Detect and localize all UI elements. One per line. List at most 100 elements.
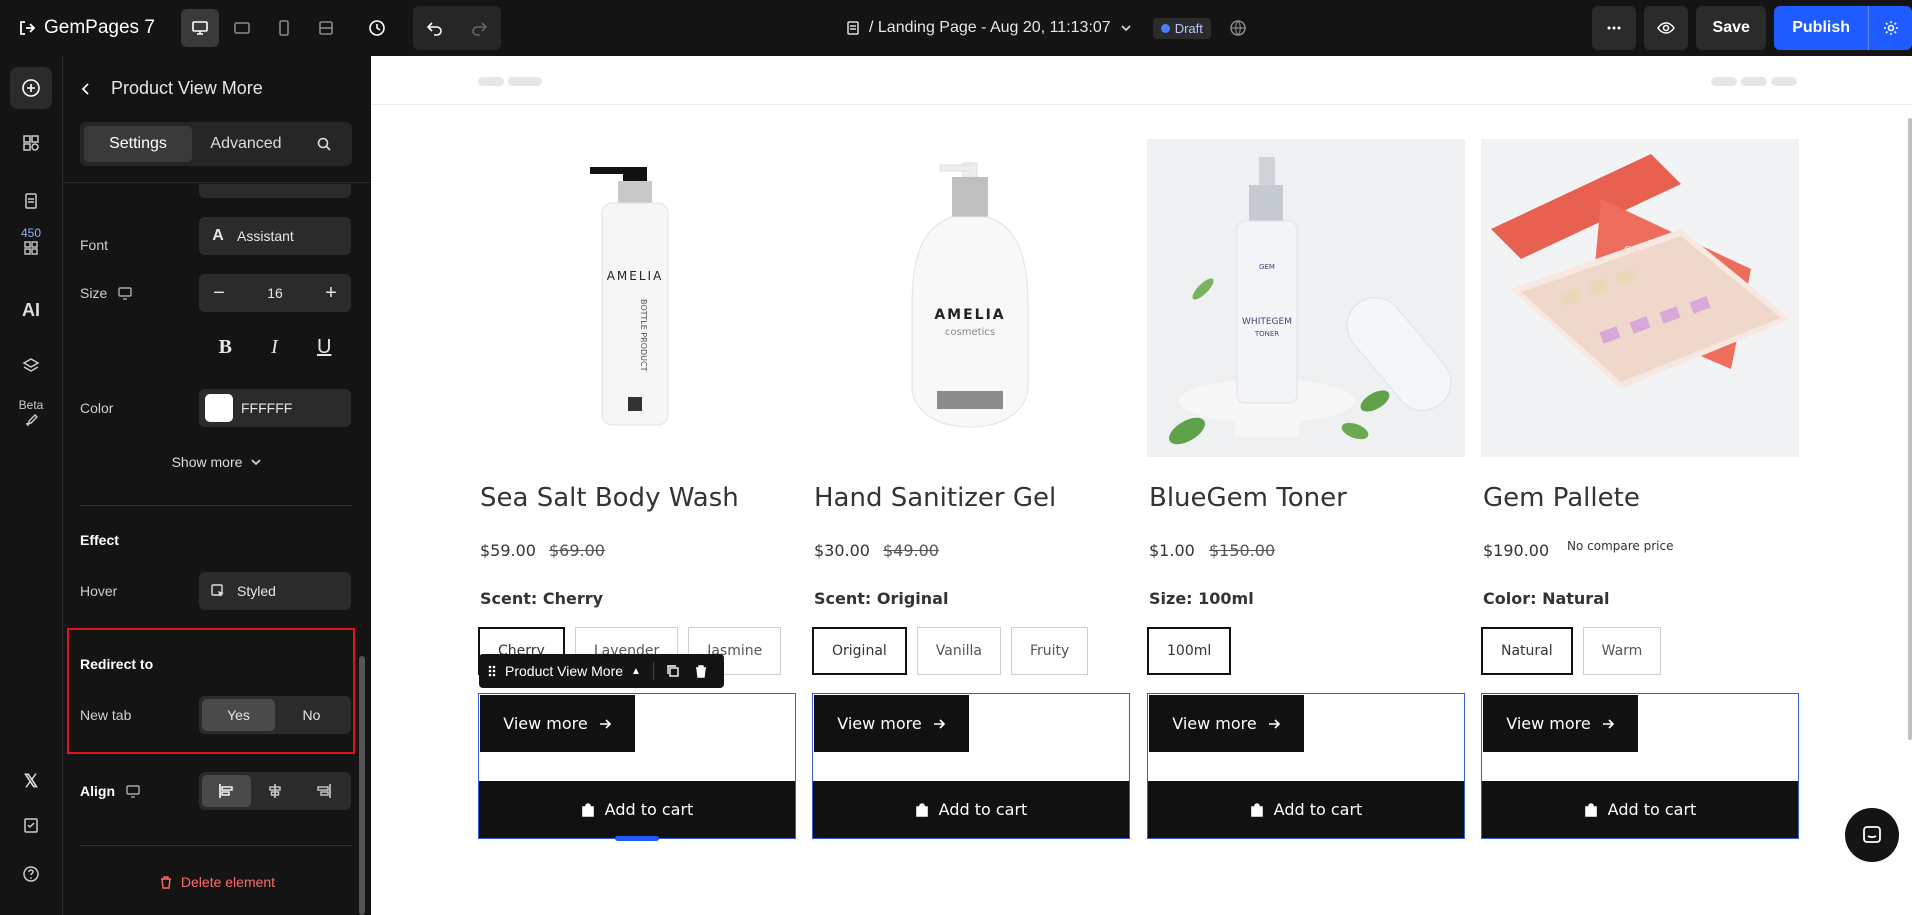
selected-element-name[interactable]: Product View More [505, 663, 623, 679]
publish-button[interactable]: Publish [1774, 6, 1868, 50]
color-value: FFFFFF [241, 400, 293, 416]
pages-button[interactable] [10, 180, 52, 222]
publish-settings-icon[interactable] [1229, 19, 1247, 37]
size-value[interactable]: 16 [267, 285, 283, 301]
new-tab-yes[interactable]: Yes [202, 699, 275, 731]
preview-button[interactable] [1644, 6, 1689, 50]
add-element-button[interactable] [10, 67, 52, 109]
responsive-icon [319, 21, 333, 35]
product-title[interactable]: Gem Pallete [1483, 483, 1640, 513]
align-toggle [199, 772, 351, 810]
italic-icon[interactable]: I [271, 336, 278, 359]
app-window: GemPages 7 / Landing Page - Aug 20, 11:1… [0, 0, 1912, 915]
desktop-view-button[interactable] [180, 9, 219, 47]
view-more-button[interactable]: View more [480, 695, 635, 752]
hover-select[interactable]: Styled [199, 572, 351, 610]
history-button[interactable] [355, 6, 399, 50]
desktop-icon [192, 21, 208, 35]
add-to-cart-button[interactable]: Add to cart [813, 781, 1129, 838]
brand-logo[interactable]: GemPages 7 [18, 17, 155, 39]
align-right-button[interactable] [299, 775, 348, 807]
font-select[interactable]: A Assistant [199, 217, 351, 255]
trash-icon[interactable] [694, 664, 708, 678]
drag-handle-icon[interactable] [487, 664, 497, 678]
view-more-button[interactable]: View more [1149, 695, 1304, 752]
color-picker[interactable]: FFFFFF [199, 389, 351, 427]
delete-element-button[interactable]: Delete element [63, 874, 371, 890]
bold-icon[interactable]: B [219, 336, 232, 359]
product-image[interactable]: GEM SHADOW [1481, 139, 1799, 457]
sections-button[interactable] [10, 122, 52, 164]
canvas-scrollbar[interactable] [1908, 118, 1912, 740]
search-button[interactable] [300, 126, 348, 162]
undo-redo-group [412, 6, 501, 50]
new-tab-no[interactable]: No [275, 699, 348, 731]
tab-settings[interactable]: Settings [84, 126, 192, 162]
publish-settings-button[interactable] [1868, 6, 1912, 50]
underline-icon[interactable]: U [317, 336, 331, 359]
product-image[interactable]: GEM WHITEGEM TONER [1147, 139, 1465, 457]
eye-icon [1657, 22, 1676, 34]
duplicate-icon[interactable] [666, 664, 680, 678]
mobile-view-button[interactable] [265, 9, 303, 47]
more-options-button[interactable] [1592, 6, 1637, 50]
device-switcher [180, 9, 345, 47]
align-left-button[interactable] [202, 775, 251, 807]
product-title[interactable]: Hand Sanitizer Gel [814, 483, 1056, 513]
show-more-button[interactable]: Show more [63, 454, 371, 470]
product-title[interactable]: BlueGem Toner [1149, 483, 1347, 513]
align-center-button[interactable] [251, 775, 300, 807]
back-icon[interactable] [79, 82, 93, 96]
view-more-button[interactable]: View more [814, 695, 969, 752]
variant-option[interactable]: Natural [1481, 627, 1573, 675]
redo-button[interactable] [457, 6, 501, 50]
undo-button[interactable] [413, 6, 457, 50]
variant-option[interactable]: 100ml [1147, 627, 1232, 675]
variant-picker: Natural Warm [1481, 627, 1662, 675]
variant-option[interactable]: Original [812, 627, 907, 675]
variant-option[interactable]: Warm [1582, 627, 1662, 675]
tab-advanced[interactable]: Advanced [192, 126, 300, 162]
apps-button[interactable]: 450 [10, 220, 52, 262]
chat-widget-button[interactable] [1845, 808, 1899, 862]
add-to-cart-button[interactable]: Add to cart [479, 781, 795, 838]
beta-feature-button[interactable]: Beta [10, 392, 52, 434]
option-label: Scent: Cherry [480, 589, 604, 608]
effect-heading: Effect [80, 532, 119, 548]
cut-off-control[interactable] [199, 184, 351, 198]
custom-view-button[interactable] [307, 9, 345, 47]
ai-button[interactable]: AI [10, 289, 52, 331]
chevron-down-icon [251, 459, 261, 466]
size-stepper[interactable]: − 16 + [199, 274, 351, 312]
resize-handle[interactable] [615, 836, 659, 841]
status-dot [1160, 23, 1170, 33]
view-more-button[interactable]: View more [1483, 695, 1638, 752]
product-title[interactable]: Sea Salt Body Wash [480, 483, 739, 513]
layers-button[interactable] [10, 345, 52, 387]
x-button[interactable]: 𝕏 [10, 760, 52, 802]
product-image[interactable]: AMELIA cosmetics [812, 139, 1130, 457]
add-to-cart-button[interactable]: Add to cart [1482, 781, 1798, 838]
bottle-label-text: WHITEGEM [1242, 317, 1292, 327]
bag-icon [1250, 802, 1263, 817]
page-header-placeholder [371, 56, 1912, 105]
button-group-frame: View more Add to cart [812, 693, 1130, 839]
tablet-landscape-view-button[interactable] [223, 9, 261, 47]
tasks-button[interactable] [10, 804, 52, 846]
save-button[interactable]: Save [1696, 6, 1767, 50]
add-to-cart-button[interactable]: Add to cart [1148, 781, 1464, 838]
align-label: Align [80, 783, 115, 799]
view-more-label: View more [1172, 714, 1257, 733]
toolbar-divider [652, 662, 654, 680]
variant-picker: Original Vanilla Fruity [812, 627, 1089, 675]
decrement-icon[interactable]: − [199, 282, 239, 305]
increment-icon[interactable]: + [311, 282, 351, 305]
help-button[interactable] [10, 853, 52, 895]
panel-tabs: Settings Advanced [80, 122, 352, 166]
variant-option[interactable]: Fruity [1011, 627, 1089, 675]
caret-up-icon[interactable]: ▲ [631, 666, 641, 677]
variant-option[interactable]: Vanilla [916, 627, 1001, 675]
product-image[interactable]: AMELIA BOTTLE PRODUCT [478, 139, 796, 457]
panel-scrollbar[interactable] [359, 656, 365, 915]
page-selector[interactable]: / Landing Page - Aug 20, 11:13:07 Draft [845, 0, 1247, 56]
